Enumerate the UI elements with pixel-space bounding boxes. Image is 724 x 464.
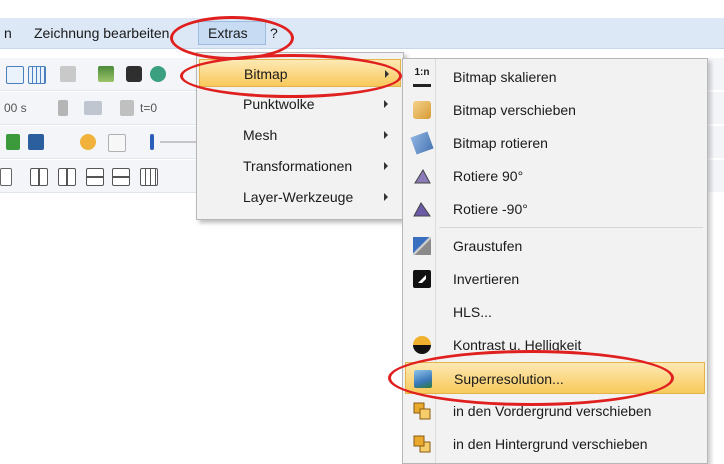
annotation-ring-bitmap	[180, 54, 402, 98]
arrow-down-icon[interactable]	[6, 134, 20, 150]
submenu-item-hintergrund[interactable]: in den Hintergrund verschieben	[405, 428, 705, 460]
submenu-item-hls[interactable]: HLS...	[405, 296, 705, 328]
send-to-back-icon	[413, 435, 431, 453]
layers-icon[interactable]	[98, 66, 114, 82]
menu-item-mesh[interactable]: Mesh	[199, 121, 401, 149]
move-hand-icon	[413, 101, 431, 119]
submenu-item-rotiere-90[interactable]: Rotiere 90°	[405, 160, 705, 192]
submenu-separator	[439, 227, 703, 228]
submenu-item-label: HLS...	[453, 304, 492, 320]
submenu-item-label: Bitmap skalieren	[453, 69, 557, 85]
layout-icon-1[interactable]	[0, 168, 12, 186]
layout-split-h-icon[interactable]	[86, 168, 104, 186]
rotate-minus-90-icon	[413, 200, 431, 218]
submenu-item-label: Rotiere -90°	[453, 201, 528, 217]
submenu-item-label: Bitmap verschieben	[453, 102, 576, 118]
grid-icon[interactable]	[6, 66, 24, 84]
submenu-item-graustufen[interactable]: Graustufen	[405, 230, 705, 262]
menu-item-transformationen-label: Transformationen	[243, 158, 353, 174]
toolbar-row-4	[0, 160, 210, 193]
menu-bar: n Zeichnung bearbeiten Extras ?	[0, 18, 724, 49]
submenu-item-label: in den Hintergrund verschieben	[453, 436, 648, 452]
menu-edit-drawing[interactable]: Zeichnung bearbeiten	[34, 25, 169, 41]
layout-split-h2-icon[interactable]	[112, 168, 130, 186]
time-field[interactable]: 00 s	[4, 101, 27, 115]
step-icon[interactable]	[120, 100, 134, 116]
menu-item-punktwolke-label: Punktwolke	[243, 96, 315, 112]
grayscale-icon	[413, 237, 431, 255]
submenu-item-label: Invertieren	[453, 271, 520, 287]
scale-icon-text: 1:n	[414, 67, 430, 78]
layout-split-v2-icon[interactable]	[58, 168, 76, 186]
menu-item-layer-werkzeuge[interactable]: Layer-Werkzeuge	[199, 183, 401, 211]
invert-icon	[413, 270, 431, 288]
camera-icon[interactable]	[126, 66, 142, 82]
bring-to-front-icon	[413, 402, 431, 420]
layout-split-v-icon[interactable]	[30, 168, 48, 186]
layout-columns-icon[interactable]	[140, 168, 158, 186]
menu-item-mesh-label: Mesh	[243, 127, 278, 143]
spinner-icon[interactable]	[58, 100, 68, 116]
submenu-item-label: Graustufen	[453, 238, 523, 254]
skip-icon[interactable]	[84, 101, 102, 115]
table-grid-icon[interactable]	[28, 66, 46, 84]
submenu-item-invertieren[interactable]: Invertieren	[405, 263, 705, 295]
chevron-right-icon	[384, 162, 388, 170]
toolbar-row-2: 00 s t=0	[0, 92, 210, 125]
window-icon[interactable]	[108, 134, 126, 152]
toolbar-row-3	[0, 126, 210, 159]
menu-item-layer-werkzeuge-label: Layer-Werkzeuge	[243, 189, 354, 205]
scale-icon: 1:n	[413, 67, 431, 87]
submenu-item-bitmap-verschieben[interactable]: Bitmap verschieben	[405, 94, 705, 126]
submenu-item-label: Rotiere 90°	[453, 168, 524, 184]
slider-handle[interactable]	[150, 134, 154, 150]
truck-icon[interactable]	[60, 66, 76, 82]
rotate-90-icon	[413, 167, 431, 185]
submenu-item-bitmap-rotieren[interactable]: Bitmap rotieren	[405, 127, 705, 159]
annotation-ring-superresolution	[388, 350, 674, 406]
arrow-split-icon[interactable]	[28, 134, 44, 150]
contrast-icon	[413, 336, 431, 354]
submenu-item-label: Bitmap rotieren	[453, 135, 548, 151]
chevron-right-icon	[384, 193, 388, 201]
camera-settings-icon[interactable]	[150, 66, 166, 82]
menu-item-transformationen[interactable]: Transformationen	[199, 152, 401, 180]
t0-label: t=0	[140, 101, 158, 115]
submenu-item-rotiere-minus-90[interactable]: Rotiere -90°	[405, 193, 705, 225]
rotate-icon	[410, 131, 434, 155]
toolbar-row-1	[0, 58, 210, 91]
chevron-right-icon	[384, 131, 388, 139]
submenu-item-bitmap-skalieren[interactable]: 1:n Bitmap skalieren	[405, 61, 705, 93]
chevron-right-icon	[384, 100, 388, 108]
menu-file-partial[interactable]: n	[4, 25, 12, 41]
gear-icon[interactable]	[80, 134, 96, 150]
